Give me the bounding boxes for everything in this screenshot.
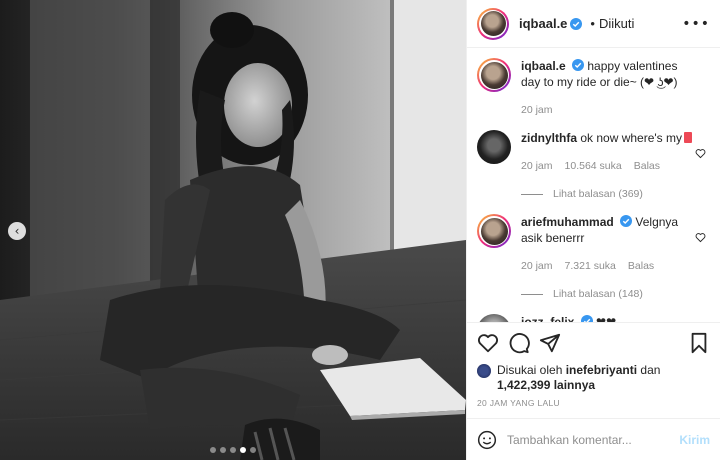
phone-emoji-icon: [684, 132, 693, 143]
comment-likes[interactable]: 7.321 suka: [565, 258, 616, 274]
comment-text: ok now where's my: [580, 131, 683, 145]
post-actions: Disukai oleh inefebriyanti dan 1,422,399…: [467, 322, 720, 418]
post-time[interactable]: 20 JAM YANG LALU: [477, 398, 710, 418]
comment-avatar[interactable]: [477, 214, 511, 248]
carousel-indicator: [0, 447, 466, 453]
view-replies-button[interactable]: Lihat balasan (369): [521, 188, 708, 200]
like-comment-icon[interactable]: [695, 232, 706, 243]
comment-time[interactable]: 20 jam: [521, 258, 553, 274]
caption: iqbaal.e happy valentines day to my ride…: [477, 58, 708, 118]
share-send-icon[interactable]: [539, 332, 561, 354]
post-header: iqbaal.e • Diikuti •••: [467, 0, 720, 48]
comment-item: ariefmuhammad Velgnya asik benerrr 20 ja…: [477, 214, 708, 274]
replies-divider: [521, 293, 543, 295]
caption-time[interactable]: 20 jam: [521, 102, 553, 118]
reply-button[interactable]: Balas: [628, 258, 654, 274]
likes-summary: Disukai oleh inefebriyanti dan 1,422,399…: [477, 363, 710, 393]
comment-username[interactable]: ariefmuhammad: [521, 215, 614, 229]
carousel-dot: [220, 447, 226, 453]
author-username[interactable]: iqbaal.e: [519, 16, 567, 31]
post-comment-button[interactable]: Kirim: [679, 433, 710, 447]
comment-avatar[interactable]: [477, 130, 511, 164]
view-replies-label: Lihat balasan (369): [553, 188, 643, 200]
caption-username[interactable]: iqbaal.e: [521, 59, 566, 73]
comment-item: jozz_felix ❤❤: [477, 314, 708, 322]
comment-text: ❤❤: [596, 315, 617, 322]
comment-input[interactable]: [507, 432, 680, 447]
carousel-dot: [230, 447, 236, 453]
emoji-icon[interactable]: [477, 430, 497, 450]
chevron-left-icon: ‹: [14, 223, 20, 238]
comments-list[interactable]: iqbaal.e happy valentines day to my ride…: [467, 48, 720, 322]
post-photo[interactable]: ‹: [0, 0, 466, 460]
comment-username[interactable]: jozz_felix: [521, 315, 574, 322]
verified-badge-icon: [580, 315, 593, 322]
comment-time[interactable]: 20 jam: [521, 158, 553, 174]
like-comment-icon[interactable]: [695, 148, 706, 159]
comment-item: zidnylthfa ok now where's my 20 jam 10.5…: [477, 130, 708, 174]
likes-prefix: Disukai oleh: [497, 363, 563, 377]
view-replies-button[interactable]: Lihat balasan (148): [521, 288, 708, 300]
comment-avatar[interactable]: [477, 314, 511, 322]
follow-separator: •: [590, 16, 595, 31]
liker-username[interactable]: inefebriyanti: [566, 363, 637, 377]
likes-and: dan: [640, 363, 661, 377]
verified-badge-icon: [572, 59, 585, 71]
comment-composer: Kirim: [467, 418, 720, 460]
photo-image: [0, 0, 466, 460]
verified-badge-icon: [570, 17, 583, 30]
comment-likes[interactable]: 10.564 suka: [565, 158, 622, 174]
save-bookmark-icon[interactable]: [688, 332, 710, 354]
verified-badge-icon: [620, 215, 633, 227]
more-options-icon[interactable]: •••: [682, 16, 710, 32]
follow-status-label: Diikuti: [598, 16, 635, 31]
carousel-dot-active: [240, 447, 246, 453]
liker-avatar[interactable]: [477, 364, 491, 378]
reply-button[interactable]: Balas: [634, 158, 660, 174]
like-heart-icon[interactable]: [477, 332, 499, 354]
post-sidebar: iqbaal.e • Diikuti ••• iqbaal.e happy val…: [466, 0, 720, 460]
follow-status[interactable]: • Diikuti: [586, 16, 634, 31]
comment-bubble-icon[interactable]: [508, 332, 530, 354]
view-replies-label: Lihat balasan (148): [553, 288, 643, 300]
caption-avatar[interactable]: [477, 58, 511, 92]
action-icons: [477, 329, 710, 357]
carousel-dot: [250, 447, 256, 453]
comment-username[interactable]: zidnylthfa: [521, 131, 577, 145]
likes-count[interactable]: 1,422,399 lainnya: [497, 378, 595, 392]
instagram-post: ‹ iqbaal.e • Diikuti ••• iqbaal.e happy …: [0, 0, 720, 460]
replies-divider: [521, 193, 543, 195]
author-avatar[interactable]: [477, 7, 509, 40]
carousel-dot: [210, 447, 216, 453]
carousel-prev-button[interactable]: ‹: [8, 222, 26, 240]
